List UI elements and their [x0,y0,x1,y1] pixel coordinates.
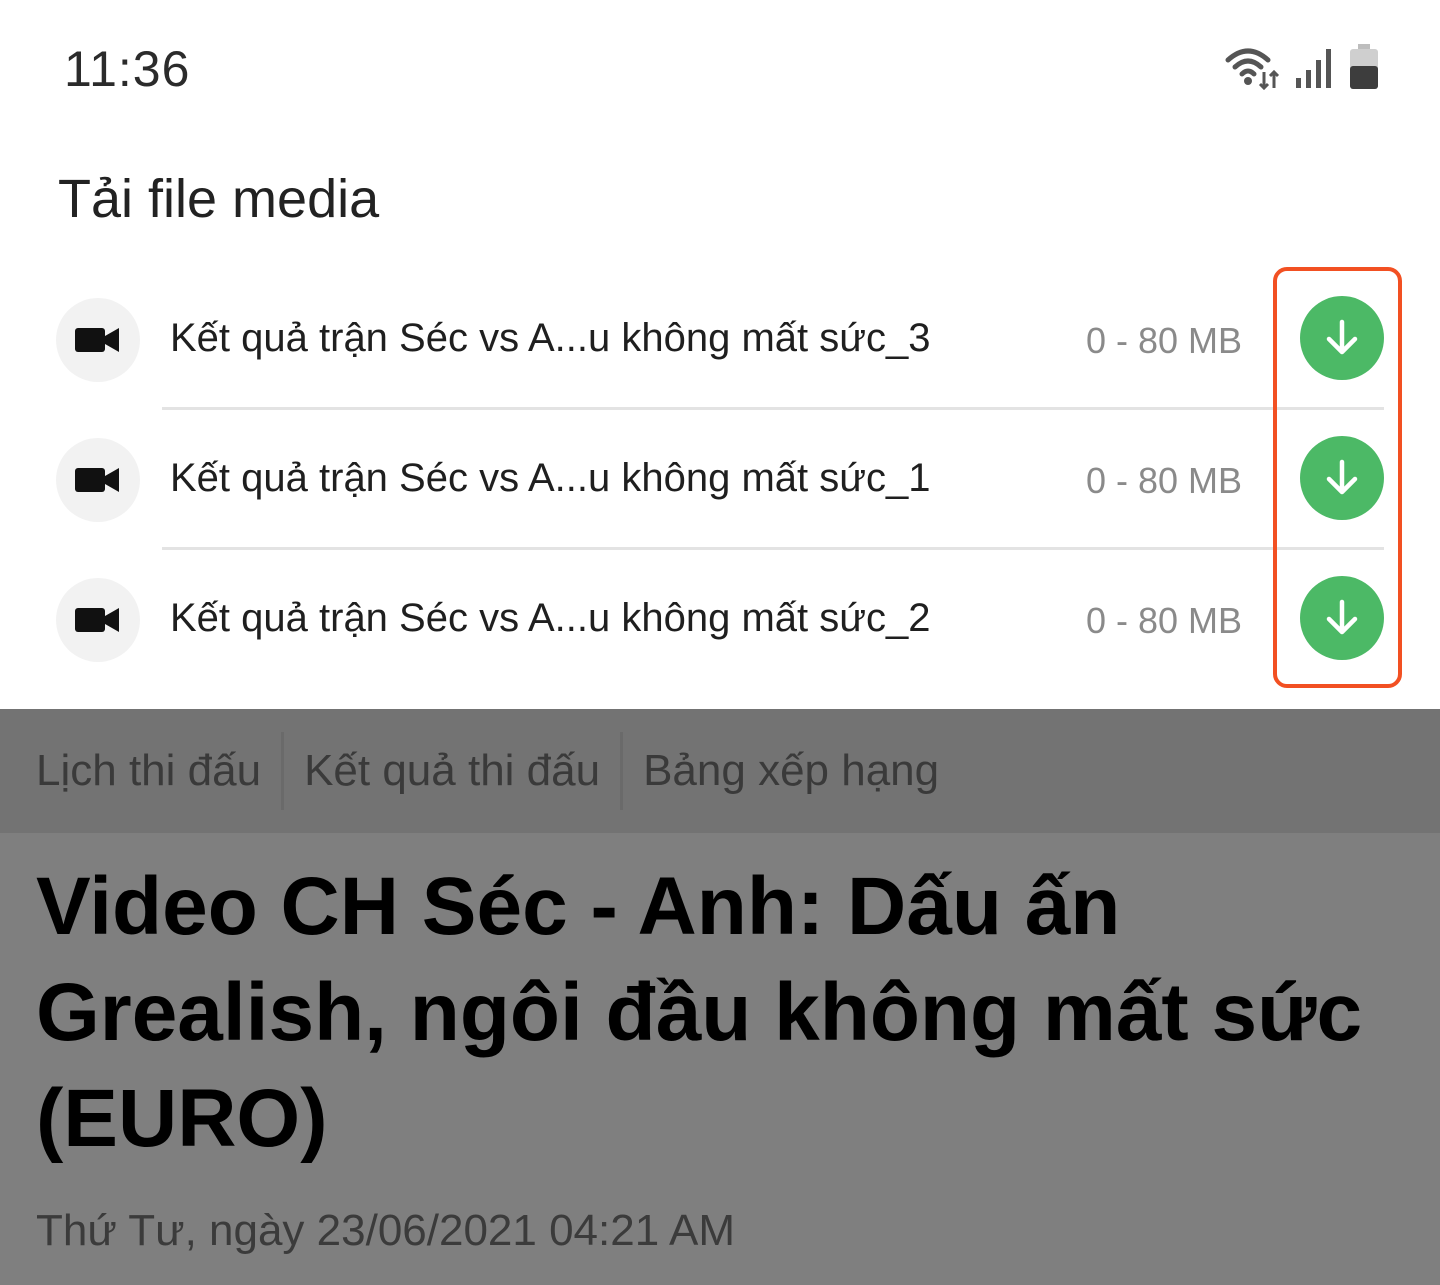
video-camera-icon [56,438,140,522]
download-arrow-icon [1326,599,1358,635]
video-camera-icon [56,298,140,382]
media-file-name: Kết quả trận Séc vs A...u không mất sức_… [170,456,931,500]
nav-link-schedule[interactable]: Lịch thi đấu [0,732,281,810]
sheet-title: Tải file media [58,169,380,229]
nav-link-results[interactable]: Kết quả thi đấu [284,732,620,810]
article-date: Thứ Tư, ngày 23/06/2021 04:21 AM [36,1206,735,1255]
media-file-name: Kết quả trận Séc vs A...u không mất sức_… [170,596,931,640]
media-file-row[interactable]: Kết quả trận Séc vs A...u không mất sức_… [0,410,1440,550]
media-file-row[interactable]: Kết quả trận Séc vs A...u không mất sức_… [0,270,1440,410]
status-clock: 11:36 [64,41,191,97]
media-download-sheet: 11:36 Tải file media Kết quả trận Séc vs… [0,0,1440,709]
media-file-name: Kết quả trận Séc vs A...u không mất sức_… [170,316,931,360]
media-file-size: 0 - 80 MB [1085,320,1242,361]
status-icons [1224,44,1380,90]
signal-icon [1294,46,1334,88]
page-nav-bar: Lịch thi đấu Kết quả thi đấu Bảng xếp hạ… [0,709,1440,833]
video-camera-icon [56,578,140,662]
download-button[interactable] [1300,436,1384,520]
nav-link-standings[interactable]: Bảng xếp hạng [623,732,959,810]
media-file-size: 0 - 80 MB [1085,460,1242,501]
wifi-icon [1224,44,1280,90]
download-arrow-icon [1326,319,1358,355]
media-file-list: Kết quả trận Séc vs A...u không mất sức_… [0,270,1440,690]
download-button[interactable] [1300,296,1384,380]
media-file-size: 0 - 80 MB [1085,600,1242,641]
download-button[interactable] [1300,576,1384,660]
download-arrow-icon [1326,459,1358,495]
media-file-row[interactable]: Kết quả trận Séc vs A...u không mất sức_… [0,550,1440,690]
status-bar: 11:36 [0,0,1440,140]
article-title: Video CH Séc - Anh: Dấu ấn Grealish, ngô… [36,861,1363,1164]
battery-icon [1348,44,1380,90]
